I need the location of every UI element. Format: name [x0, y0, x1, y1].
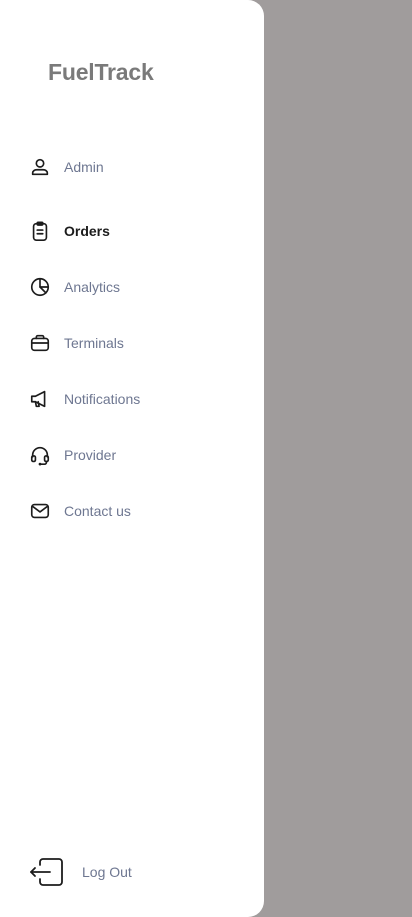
logout-button[interactable]: Log Out: [28, 856, 208, 888]
megaphone-icon: [28, 387, 52, 411]
app-title: FuelTrack: [48, 59, 154, 85]
mail-icon: [28, 499, 52, 523]
headset-icon: [28, 443, 52, 467]
nav-item-contact-us[interactable]: Contact us: [28, 497, 248, 525]
nav-item-label: Notifications: [64, 391, 141, 407]
nav-item-provider[interactable]: Provider: [28, 441, 248, 469]
nav-item-label: Contact us: [64, 503, 131, 519]
nav-item-label: Admin: [64, 159, 104, 175]
navigation-drawer: FuelTrack Admin Orders Analytics Termina…: [0, 0, 264, 917]
nav-item-label: Terminals: [64, 335, 124, 351]
nav-item-notifications[interactable]: Notifications: [28, 385, 248, 413]
briefcase-icon: [28, 331, 52, 355]
nav-item-admin[interactable]: Admin: [28, 153, 248, 181]
nav-item-orders[interactable]: Orders: [28, 217, 248, 245]
clipboard-icon: [28, 219, 52, 243]
nav-item-label: Orders: [64, 223, 110, 239]
nav-item-analytics[interactable]: Analytics: [28, 273, 248, 301]
nav-item-terminals[interactable]: Terminals: [28, 329, 248, 357]
pie-chart-icon: [28, 275, 52, 299]
user-icon: [28, 155, 52, 179]
nav-item-label: Analytics: [64, 279, 121, 295]
nav-item-label: Provider: [64, 447, 117, 463]
logout-label: Log Out: [82, 864, 132, 880]
logout-icon: [28, 857, 64, 887]
